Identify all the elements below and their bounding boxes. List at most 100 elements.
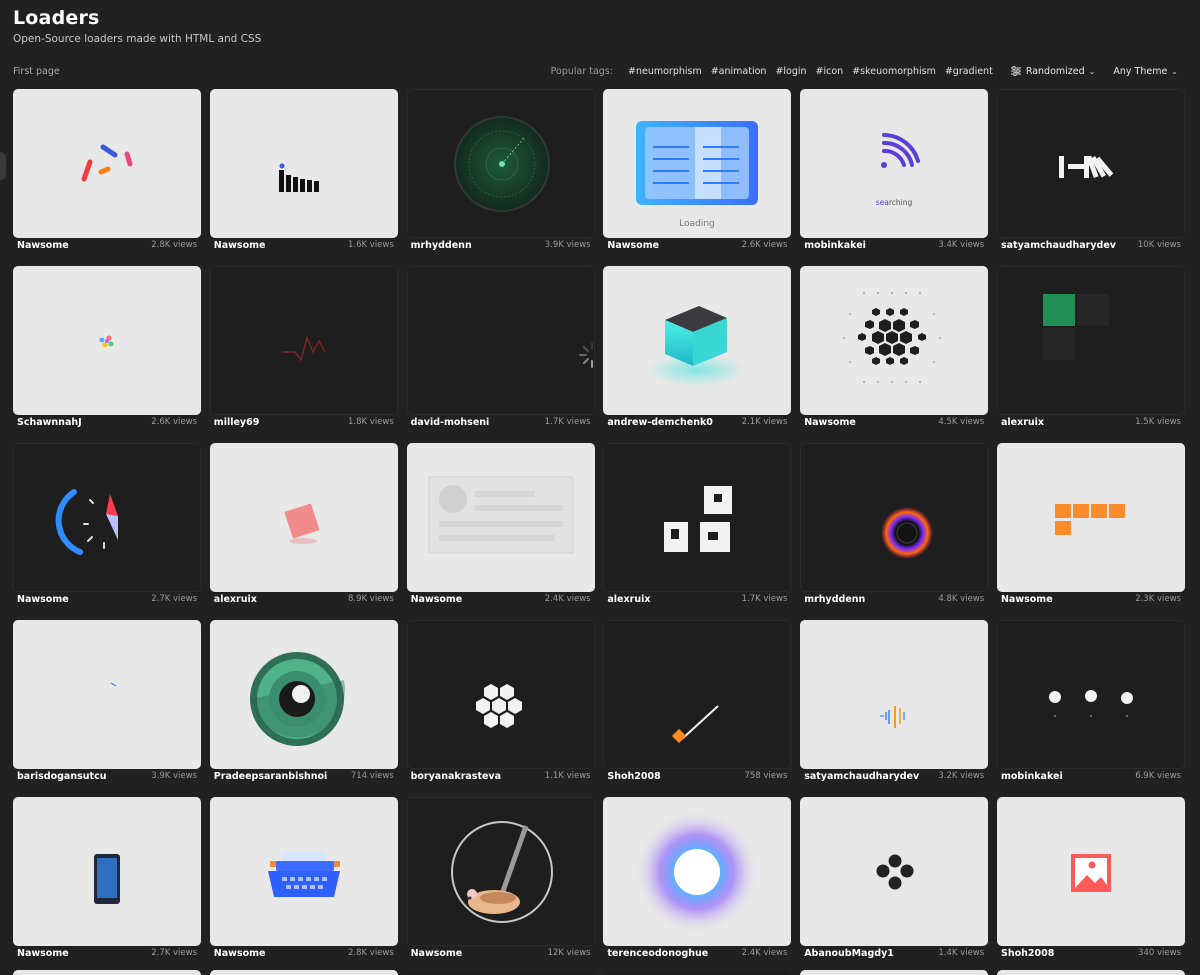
- view-count: 2.6K views: [151, 417, 197, 427]
- loader-preview-partial[interactable]: [406, 970, 595, 975]
- loader-preview[interactable]: [603, 266, 792, 415]
- author-link[interactable]: milley69: [214, 417, 260, 428]
- author-link[interactable]: satyamchaudharydev: [804, 771, 919, 782]
- tag-gradient[interactable]: #gradient: [945, 66, 993, 77]
- author-link[interactable]: Nawsome: [17, 594, 69, 605]
- loader-grid: Nawsome 2.8K views Nawsome 1.6K views mrhy…: [13, 89, 1185, 974]
- loader-preview[interactable]: [800, 620, 989, 769]
- loader-preview[interactable]: [406, 266, 595, 415]
- ring-loader-graphic: [881, 507, 934, 559]
- loader-preview[interactable]: [209, 797, 398, 946]
- author-link[interactable]: boryanakrasteva: [411, 771, 501, 782]
- loader-preview-partial[interactable]: [603, 970, 792, 975]
- tag-icon[interactable]: #icon: [816, 66, 844, 77]
- view-count: 2.7K views: [151, 948, 197, 958]
- author-link[interactable]: Nawsome: [607, 240, 659, 251]
- loader-preview[interactable]: [209, 89, 398, 238]
- loader-preview[interactable]: [406, 797, 595, 946]
- loader-card: Nawsome 2.3K views: [996, 443, 1185, 620]
- author-link[interactable]: terenceodonoghue: [607, 948, 708, 959]
- side-drawer-handle[interactable]: [0, 152, 6, 180]
- loader-preview-partial[interactable]: [800, 970, 989, 975]
- view-count: 1.1K views: [544, 771, 591, 781]
- honeycomb-loader-graphic: [475, 684, 522, 728]
- loader-preview[interactable]: [996, 89, 1185, 238]
- loader-card: barisdogansutcu 3.9K views: [13, 620, 201, 797]
- chevron-down-icon: ⌄: [1171, 66, 1178, 76]
- loader-preview[interactable]: [996, 443, 1185, 592]
- tag-login[interactable]: #login: [775, 66, 806, 77]
- sort-dropdown[interactable]: Randomized ⌄: [1010, 66, 1095, 77]
- loader-preview[interactable]: [406, 89, 595, 238]
- loader-preview[interactable]: [209, 443, 398, 592]
- author-link[interactable]: Nawsome: [214, 948, 266, 959]
- sliders-icon: [1010, 66, 1021, 76]
- loader-preview[interactable]: [603, 443, 792, 592]
- loader-preview[interactable]: [13, 89, 201, 238]
- loader-preview[interactable]: [996, 620, 1185, 769]
- card-meta: barisdogansutcu 3.9K views: [13, 769, 201, 797]
- loader-preview[interactable]: [209, 620, 398, 769]
- author-link[interactable]: mobinkakei: [804, 240, 866, 251]
- card-meta: satyamchaudharydev 3.2K views: [800, 769, 988, 797]
- compass-loader-graphic: [55, 489, 118, 555]
- author-link[interactable]: david-mohseni: [411, 417, 490, 428]
- loader-preview-partial[interactable]: [13, 970, 201, 975]
- author-link[interactable]: Nawsome: [17, 948, 69, 959]
- author-link[interactable]: Shoh2008: [1001, 948, 1054, 959]
- loader-preview[interactable]: [800, 266, 989, 415]
- page-header: Loaders Open-Source loaders made with HT…: [13, 6, 261, 45]
- loader-card: Nawsome 2.7K views: [13, 443, 201, 620]
- author-link[interactable]: Nawsome: [17, 240, 69, 251]
- author-link[interactable]: mobinkakei: [1001, 771, 1063, 782]
- card-meta: Nawsome 4.5K views: [800, 415, 988, 443]
- loader-preview-partial[interactable]: [209, 970, 398, 975]
- author-link[interactable]: alexruix: [214, 594, 257, 605]
- author-link[interactable]: Nawsome: [214, 240, 266, 251]
- view-count: 4.5K views: [938, 417, 985, 427]
- author-link[interactable]: andrew-demchenk0: [607, 417, 713, 428]
- loader-preview[interactable]: [209, 266, 398, 415]
- tag-animation[interactable]: #animation: [711, 66, 767, 77]
- tag-neumorphism[interactable]: #neumorphism: [628, 66, 702, 77]
- loader-card: milley69 1.8K views: [209, 266, 398, 443]
- loader-preview[interactable]: [603, 620, 792, 769]
- author-link[interactable]: Nawsome: [411, 948, 463, 959]
- loader-preview[interactable]: [13, 797, 201, 946]
- author-link[interactable]: satyamchaudharydev: [1001, 240, 1116, 251]
- theme-dropdown[interactable]: Any Theme ⌄: [1113, 66, 1178, 77]
- spinner-loader-graphic: [578, 342, 593, 368]
- loader-card: david-mohseni 1.7K views: [406, 266, 595, 443]
- author-link[interactable]: Nawsome: [411, 594, 463, 605]
- author-link[interactable]: Shoh2008: [607, 771, 660, 782]
- first-page-link[interactable]: First page: [13, 66, 60, 77]
- author-link[interactable]: Nawsome: [1001, 594, 1053, 605]
- author-link[interactable]: mrhyddenn: [411, 240, 472, 251]
- author-link[interactable]: Nawsome: [804, 417, 856, 428]
- author-link[interactable]: alexruix: [607, 594, 650, 605]
- loader-preview[interactable]: [406, 443, 595, 592]
- loader-preview[interactable]: [603, 797, 792, 946]
- loader-card: AbanoubMagdy1 1.4K views: [800, 797, 989, 974]
- author-link[interactable]: mrhyddenn: [804, 594, 865, 605]
- loader-preview[interactable]: [13, 443, 201, 592]
- loader-preview[interactable]: [996, 797, 1185, 946]
- author-link[interactable]: barisdogansutcu: [17, 771, 106, 782]
- loader-card: alexruix 8.9K views: [209, 443, 398, 620]
- author-link[interactable]: alexruix: [1001, 417, 1044, 428]
- loader-preview[interactable]: [13, 620, 201, 769]
- loader-preview[interactable]: Loading: [603, 89, 792, 238]
- author-link[interactable]: AbanoubMagdy1: [804, 948, 894, 959]
- author-link[interactable]: SchawnnahJ: [17, 417, 82, 428]
- view-count: 10K views: [1137, 240, 1181, 250]
- loader-preview[interactable]: searching: [800, 89, 989, 238]
- loader-preview[interactable]: [406, 620, 595, 769]
- tag-skeuomorphism[interactable]: #skeuomorphism: [852, 66, 936, 77]
- loader-preview-partial[interactable]: [997, 970, 1185, 975]
- loader-preview[interactable]: [800, 443, 989, 592]
- loader-preview[interactable]: [13, 266, 201, 415]
- loader-preview[interactable]: [800, 797, 989, 946]
- loader-preview[interactable]: [996, 266, 1185, 415]
- author-link[interactable]: Pradeepsaranbishnoi: [214, 771, 328, 782]
- card-meta: mobinkakei 3.4K views: [800, 238, 988, 266]
